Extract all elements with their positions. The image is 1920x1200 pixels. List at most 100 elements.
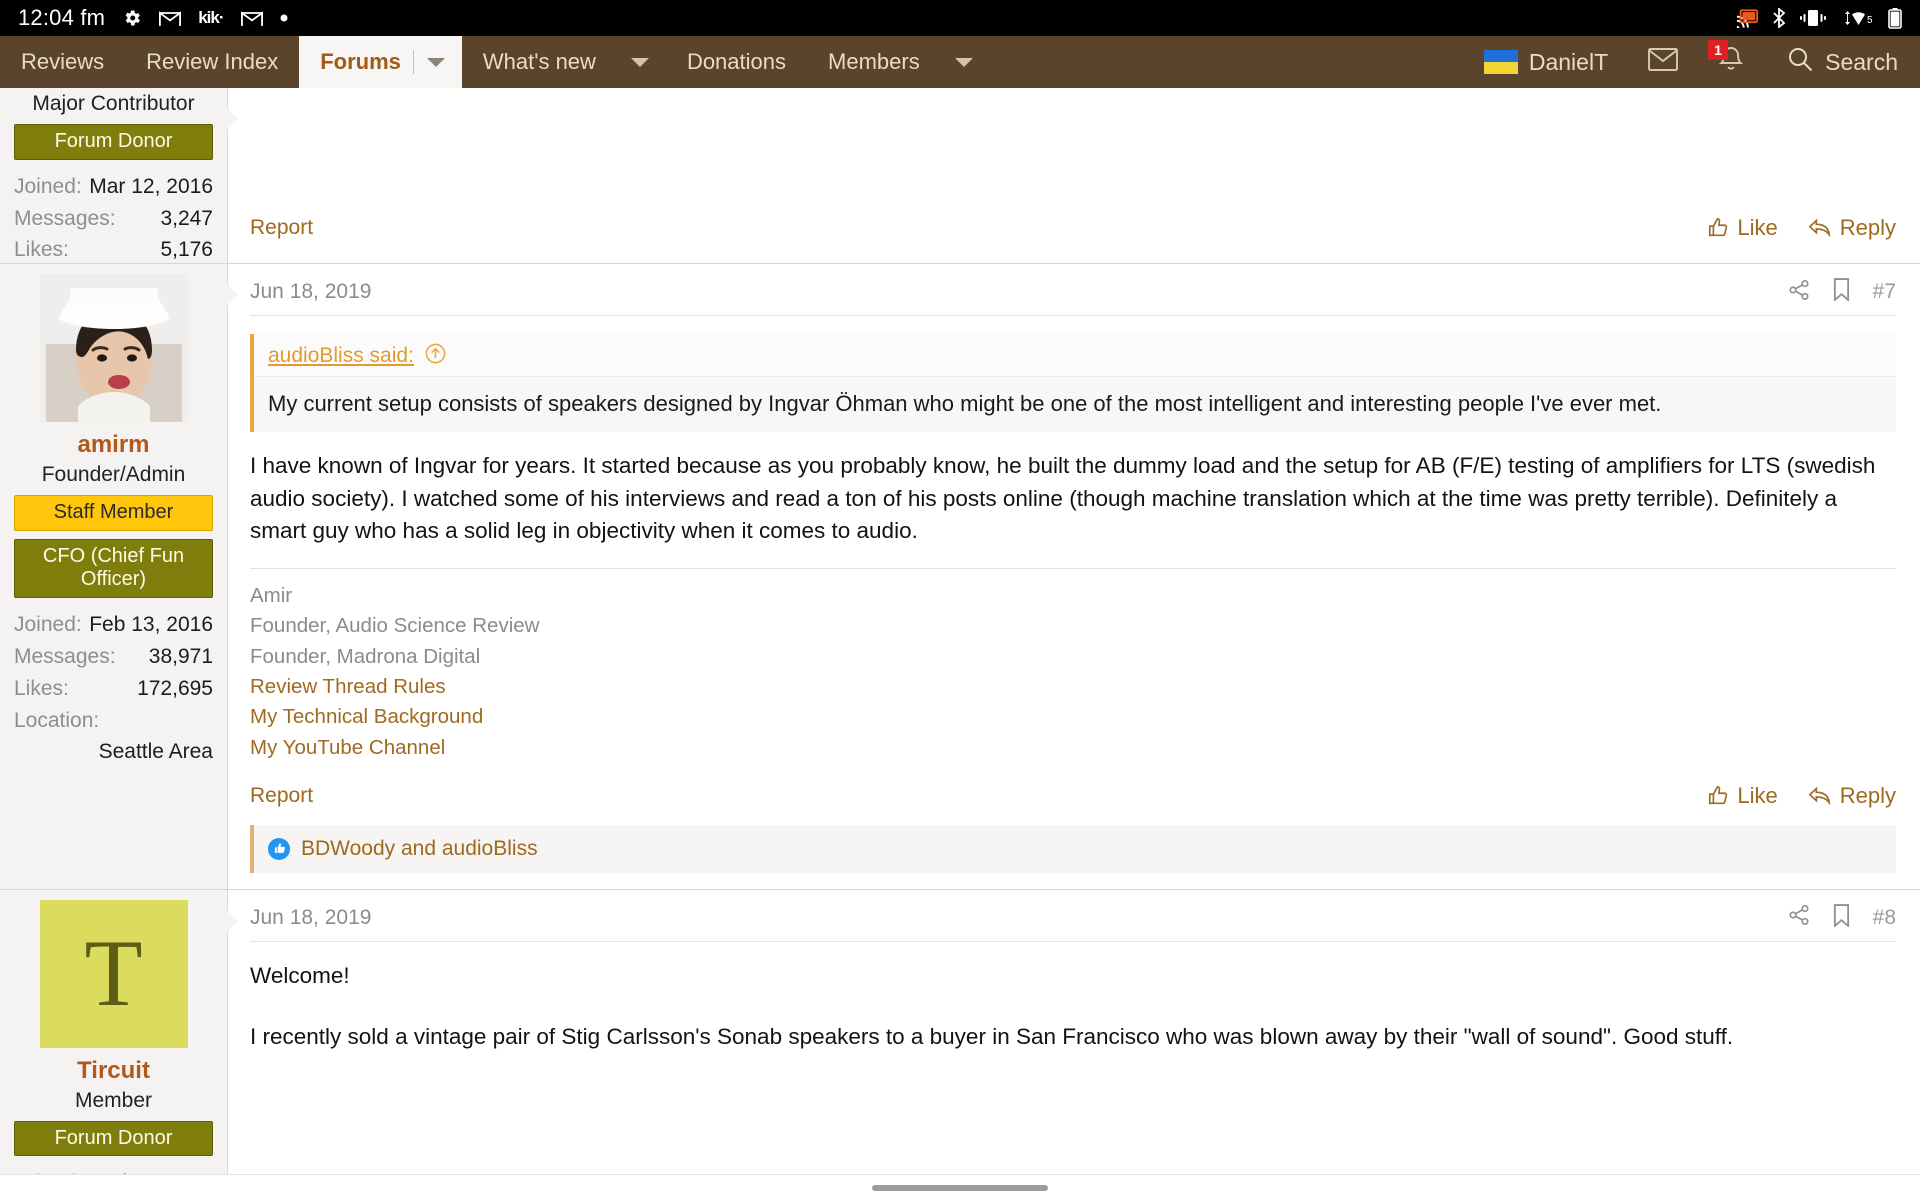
wifi-icon: 5 xyxy=(1840,8,1874,28)
cast-icon xyxy=(1736,8,1758,28)
post-header-actions: #8 xyxy=(1788,904,1896,932)
thread-posts-container[interactable]: Major Contributor Forum Donor Joined: Ma… xyxy=(0,88,1920,1200)
reply-button[interactable]: Reply xyxy=(1808,783,1896,809)
share-icon[interactable] xyxy=(1788,279,1810,306)
search-icon xyxy=(1788,47,1813,78)
signature-line: Founder, Audio Science Review xyxy=(250,614,540,638)
user-stat-row: Location: xyxy=(14,705,213,737)
stat-key: Joined: xyxy=(14,174,82,198)
post-body: I have known of Ingvar for years. It sta… xyxy=(250,436,1896,554)
nav-item-review-index[interactable]: Review Index xyxy=(125,36,299,88)
nav-item-members[interactable]: Members xyxy=(807,36,941,88)
user-title: Major Contributor xyxy=(32,92,195,115)
stat-key: Likes: xyxy=(14,238,69,262)
post-number[interactable]: #7 xyxy=(1873,280,1896,304)
user-stat-row: Joined: Feb 13, 2016 xyxy=(14,609,213,641)
user-banner-role: CFO (Chief Fun Officer) xyxy=(14,538,213,598)
quote-block: audioBliss said: My current setup consis… xyxy=(250,334,1896,433)
post-paragraph: I recently sold a vintage pair of Stig C… xyxy=(250,1023,1734,1049)
reply-arrow-icon xyxy=(1808,218,1831,238)
signature-link-review-thread-rules[interactable]: Review Thread Rules xyxy=(250,672,1896,702)
post-footer: Report Like Reply xyxy=(250,763,1896,825)
status-bar-clock: 12:04 fm xyxy=(18,5,106,30)
like-button[interactable]: Like xyxy=(1707,783,1778,809)
bookmark-icon[interactable] xyxy=(1832,904,1851,932)
signature-link-technical-background[interactable]: My Technical Background xyxy=(250,702,1896,732)
post-number[interactable]: #8 xyxy=(1873,906,1896,930)
user-signature: Amir Founder, Audio Science Review Found… xyxy=(250,567,1896,763)
ukraine-flag-icon xyxy=(1483,50,1518,74)
post-header: Jun 18, 2019 #7 xyxy=(250,278,1896,316)
stat-value: 38,971 xyxy=(148,644,213,668)
user-stat-row: Joined: Mar 12, 2016 xyxy=(14,171,213,203)
reply-button[interactable]: Reply xyxy=(1808,215,1896,241)
bluetooth-icon xyxy=(1772,8,1786,28)
stat-key: Messages: xyxy=(14,206,116,230)
user-stats: Joined: Feb 13, 2016 Messages: 38,971 Li… xyxy=(14,609,213,769)
gear-icon xyxy=(122,8,142,28)
share-icon[interactable] xyxy=(1788,904,1810,931)
alerts-badge: 1 xyxy=(1708,40,1728,60)
user-name[interactable]: Tircuit xyxy=(77,1057,150,1085)
thumbs-up-icon xyxy=(1709,785,1728,805)
post-user-sidebar: Major Contributor Forum Donor Joined: Ma… xyxy=(0,88,238,266)
like-button[interactable]: Like xyxy=(1707,215,1778,241)
reaction-names[interactable]: BDWoody and audioBliss xyxy=(301,837,538,861)
nav-item-forums[interactable]: Forums xyxy=(299,36,413,88)
user-stat-row: Likes: 5,176 xyxy=(14,234,213,266)
like-label: Like xyxy=(1737,215,1778,240)
nav-item-members-dropdown[interactable] xyxy=(941,36,990,88)
reply-arrow-icon xyxy=(1808,786,1831,806)
chevron-down-icon xyxy=(426,57,445,67)
status-bar-right: 5 xyxy=(1736,7,1902,29)
quote-author-link[interactable]: audioBliss said: xyxy=(268,344,414,368)
quote-text: My current setup consists of speakers de… xyxy=(268,391,1662,416)
nav-account-area: DanielT 1 Search xyxy=(1464,36,1920,88)
post-date: Jun 18, 2019 xyxy=(250,905,372,929)
svg-text:5: 5 xyxy=(1867,15,1873,26)
inbox-button[interactable] xyxy=(1628,36,1698,88)
report-link[interactable]: Report xyxy=(250,784,313,808)
stat-key: Location: xyxy=(14,708,100,732)
nav-primary-items: Reviews Review Index Forums What's new D… xyxy=(0,36,990,88)
nav-item-forums-dropdown[interactable] xyxy=(412,36,462,88)
bookmark-icon[interactable] xyxy=(1832,278,1851,306)
stat-value: 172,695 xyxy=(137,676,213,700)
user-stat-row: Messages: 3,247 xyxy=(14,203,213,235)
android-status-bar: 12:04 fm kik· 5 xyxy=(0,0,1920,36)
stat-value: 3,247 xyxy=(160,206,213,230)
post-main: Report Like Reply xyxy=(228,88,1920,263)
kik-icon: kik· xyxy=(198,8,224,27)
user-name[interactable]: amirm xyxy=(77,431,149,459)
user-banner: Forum Donor xyxy=(14,124,213,160)
search-button[interactable]: Search xyxy=(1764,36,1920,88)
quote-header: audioBliss said: xyxy=(254,334,1896,377)
nav-item-whats-new-dropdown[interactable] xyxy=(617,36,666,88)
account-menu-button[interactable]: DanielT xyxy=(1464,36,1628,88)
reply-label: Reply xyxy=(1839,782,1896,808)
post: Major Contributor Forum Donor Joined: Ma… xyxy=(0,88,1920,264)
post-user-sidebar: T Tircuit Member Forum Donor Joined: Jul… xyxy=(0,889,238,1200)
stat-value: Mar 12, 2016 xyxy=(89,174,213,198)
post-main: Jun 18, 2019 #7 audioBliss said: My curr… xyxy=(228,264,1920,889)
alerts-button[interactable]: 1 xyxy=(1698,36,1764,88)
avatar[interactable] xyxy=(39,274,188,422)
signature-link-youtube-channel[interactable]: My YouTube Channel xyxy=(250,733,1896,763)
stat-key: Likes: xyxy=(14,676,69,700)
nav-item-donations[interactable]: Donations xyxy=(666,36,807,88)
post: T Tircuit Member Forum Donor Joined: Jul… xyxy=(0,889,1920,1200)
report-link[interactable]: Report xyxy=(250,216,313,240)
chevron-down-icon xyxy=(954,57,973,67)
battery-icon xyxy=(1888,7,1902,29)
arrow-up-circle-icon[interactable] xyxy=(425,343,446,369)
nav-item-whats-new[interactable]: What's new xyxy=(462,36,617,88)
gmail-icon xyxy=(240,10,263,27)
post-actions: Like Reply xyxy=(1707,215,1896,241)
gesture-pill[interactable] xyxy=(872,1184,1048,1191)
post-header-actions: #7 xyxy=(1788,278,1896,306)
nav-item-reviews[interactable]: Reviews xyxy=(0,36,125,88)
post-paragraph: Welcome! xyxy=(250,962,350,988)
vibrate-icon xyxy=(1800,9,1826,27)
account-username: DanielT xyxy=(1528,48,1609,75)
avatar[interactable]: T xyxy=(39,899,188,1048)
